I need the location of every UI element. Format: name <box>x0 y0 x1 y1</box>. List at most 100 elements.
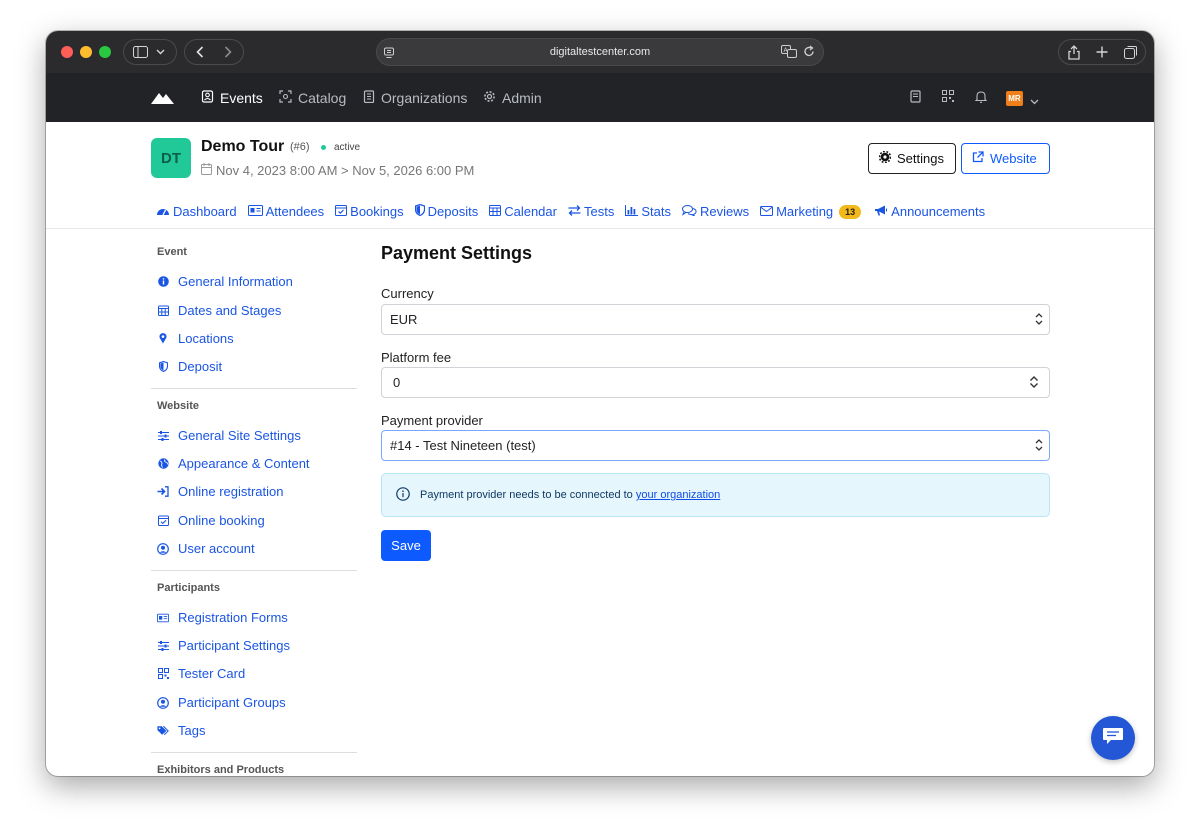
tags-icon <box>157 725 169 736</box>
platform-fee-input[interactable]: 0 <box>381 367 1050 398</box>
external-link-icon <box>972 151 984 166</box>
tab-attendees-label: Attendees <box>265 204 325 219</box>
sidebar-item-general-information[interactable]: General Information <box>157 274 293 289</box>
settings-button[interactable]: Settings <box>868 143 956 174</box>
sidebar-item-general-site-settings[interactable]: General Site Settings <box>157 428 301 443</box>
tab-deposits[interactable]: Deposits <box>414 203 478 219</box>
badge-icon <box>201 90 214 106</box>
tab-reviews[interactable]: Reviews <box>681 204 749 219</box>
save-button[interactable]: Save <box>381 530 431 561</box>
chevron-down-icon <box>156 49 165 55</box>
new-tab-icon[interactable] <box>1096 46 1108 58</box>
sidebar-item-participant-settings[interactable]: Participant Settings <box>157 638 290 653</box>
sidebar-item-label: Tags <box>178 723 206 738</box>
number-stepper-icon[interactable] <box>1029 375 1039 392</box>
globe-icon <box>157 458 169 469</box>
tab-marketing[interactable]: Marketing 13 <box>760 204 862 219</box>
id-card-icon <box>247 204 263 219</box>
calendar-check-icon <box>157 515 169 526</box>
currency-label: Currency <box>381 286 434 301</box>
select-arrows-icon <box>1035 438 1043 455</box>
user-menu-chevron-icon[interactable] <box>1030 93 1039 108</box>
tab-dashboard[interactable]: Dashboard <box>156 204 237 219</box>
sidebar-item-label: Registration Forms <box>178 610 288 625</box>
tab-attendees[interactable]: Attendees <box>247 204 325 219</box>
book-icon[interactable] <box>910 90 921 106</box>
nav-organizations[interactable]: Organizations <box>363 90 467 106</box>
sliders-icon <box>157 430 169 441</box>
sidebar-toggle-button[interactable] <box>123 39 177 65</box>
back-icon[interactable] <box>196 46 204 58</box>
tab-stats[interactable]: Stats <box>625 204 671 219</box>
sidebar-item-deposit[interactable]: Deposit <box>157 359 222 374</box>
sidebar-item-locations[interactable]: Locations <box>157 331 234 346</box>
reload-icon[interactable] <box>803 45 815 63</box>
sidebar-item-online-registration[interactable]: Online registration <box>157 484 284 499</box>
select-arrows-icon <box>1035 312 1043 329</box>
tab-tests[interactable]: Tests <box>568 204 614 219</box>
event-title: Demo Tour <box>201 138 285 155</box>
nav-events[interactable]: Events <box>201 90 263 106</box>
user-avatar[interactable]: MR <box>1006 91 1023 106</box>
event-status: active <box>334 142 361 153</box>
info-circle-icon <box>396 486 410 504</box>
event-avatar: DT <box>151 138 191 178</box>
sidebar-item-registration-forms[interactable]: Registration Forms <box>157 610 288 625</box>
tab-overview-icon[interactable] <box>1124 45 1138 59</box>
nav-admin-label: Admin <box>502 90 542 106</box>
sidebar-item-tags[interactable]: Tags <box>157 723 205 738</box>
sidebar-heading-participants: Participants <box>157 582 220 594</box>
address-bar[interactable]: digitaltestcenter.com A <box>376 38 824 66</box>
nav-catalog-label: Catalog <box>298 90 347 106</box>
sidebar-item-participant-groups[interactable]: Participant Groups <box>157 695 286 710</box>
sidebar-heading-event: Event <box>157 246 187 258</box>
sidebar-item-tester-card[interactable]: Tester Card <box>157 666 245 681</box>
zoom-window-button[interactable] <box>99 46 111 58</box>
app-logo-icon[interactable] <box>151 91 174 109</box>
tab-calendar[interactable]: Calendar <box>489 204 557 219</box>
sidebar-divider <box>151 570 357 571</box>
currency-select[interactable]: EUR <box>381 304 1050 335</box>
qr-code-icon[interactable] <box>942 90 954 105</box>
tab-dashboard-label: Dashboard <box>173 204 237 219</box>
calendar-check-icon <box>335 204 348 219</box>
payment-provider-select[interactable]: #14 - Test Nineteen (test) <box>381 430 1050 461</box>
id-card-icon <box>157 613 169 623</box>
browser-toolbar: digitaltestcenter.com A <box>46 31 1154 73</box>
sidebar-item-label: Locations <box>178 331 234 346</box>
sidebar-item-user-account[interactable]: User account <box>157 541 255 556</box>
info-text: Payment provider needs to be connected t… <box>420 489 633 501</box>
marketing-count-badge: 13 <box>839 204 862 219</box>
website-button[interactable]: Website <box>961 143 1050 174</box>
tab-calendar-label: Calendar <box>504 204 557 219</box>
sidebar-item-dates-and-stages[interactable]: Dates and Stages <box>157 303 281 318</box>
calendar-icon <box>489 204 502 219</box>
sidebar-item-label: Online registration <box>178 484 284 499</box>
sidebar-item-online-booking[interactable]: Online booking <box>157 513 265 528</box>
sidebar-divider <box>151 752 357 753</box>
close-window-button[interactable] <box>61 46 73 58</box>
minimize-window-button[interactable] <box>80 46 92 58</box>
payment-provider-value: #14 - Test Nineteen (test) <box>390 438 536 453</box>
status-dot-icon <box>321 145 326 150</box>
sidebar-item-label: Participant Settings <box>178 638 291 653</box>
tab-bookings[interactable]: Bookings <box>335 204 404 219</box>
sidebar-item-label: Deposit <box>178 359 223 374</box>
envelope-icon <box>760 204 774 219</box>
forward-icon[interactable] <box>224 46 232 58</box>
organization-link[interactable]: your organization <box>636 489 720 501</box>
bell-icon[interactable] <box>974 90 988 106</box>
sidebar-item-appearance-content[interactable]: Appearance & Content <box>157 456 310 471</box>
sliders-icon <box>157 640 169 651</box>
tab-announcements[interactable]: Announcements <box>874 204 985 219</box>
platform-fee-value: 0 <box>393 375 401 390</box>
event-dates: Nov 4, 2023 8:00 AM > Nov 5, 2026 6:00 P… <box>201 163 474 178</box>
nav-admin[interactable]: Admin <box>483 90 542 106</box>
settings-button-label: Settings <box>897 151 944 166</box>
share-icon[interactable] <box>1068 44 1080 60</box>
translate-icon[interactable]: A <box>781 45 797 63</box>
exchange-icon <box>568 204 581 219</box>
nav-catalog[interactable]: Catalog <box>279 90 346 106</box>
app-navbar: Events Catalog Organizations Admin MR <box>46 73 1154 122</box>
chat-widget-button[interactable] <box>1091 716 1135 760</box>
